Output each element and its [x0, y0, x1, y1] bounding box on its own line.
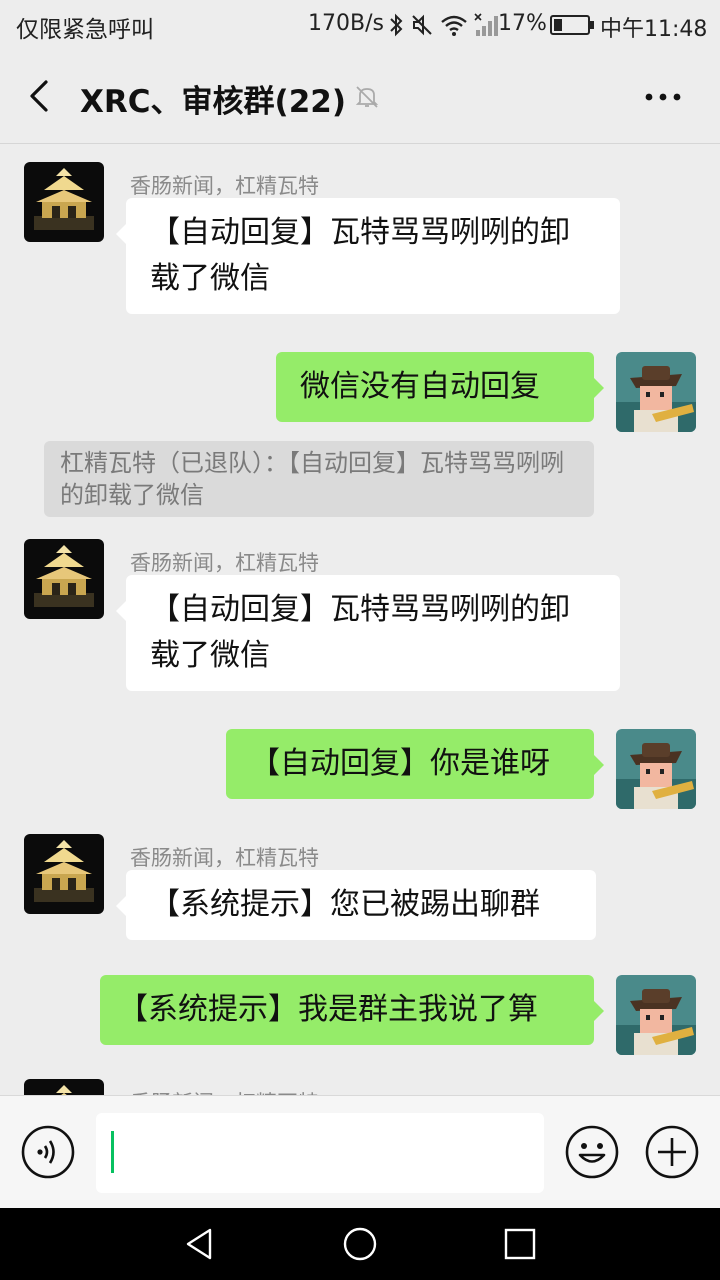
sender-name: 香肠新闻，杠精瓦特: [130, 1087, 319, 1095]
voice-icon[interactable]: [20, 1124, 76, 1180]
message-input[interactable]: [96, 1113, 544, 1193]
avatar[interactable]: [24, 1079, 104, 1095]
signal-icon: [474, 13, 498, 36]
nav-home-icon[interactable]: [342, 1226, 378, 1262]
message-bubble[interactable]: 【自动回复】你是谁呀: [226, 729, 604, 799]
battery-percent: 17%: [498, 11, 547, 36]
carrier-text: 仅限紧急呼叫: [16, 17, 154, 43]
sender-name: 香肠新闻，杠精瓦特: [130, 174, 319, 198]
message-list[interactable]: 香肠新闻，杠精瓦特 【自动回复】瓦特骂骂咧咧的卸载了微信 微信没有自动回复 杠精…: [0, 145, 720, 1095]
avatar[interactable]: [24, 834, 104, 914]
chat-header: XRC、审核群(22): [0, 50, 720, 144]
sender-name: 香肠新闻，杠精瓦特: [130, 551, 319, 575]
network-speed: 170B/s: [308, 11, 384, 36]
avatar[interactable]: [616, 975, 696, 1055]
nav-back-icon[interactable]: [182, 1226, 218, 1262]
bluetooth-icon: [390, 13, 403, 37]
input-bar: [0, 1095, 720, 1208]
system-note: 杠精瓦特（已退队）：【自动回复】瓦特骂骂咧咧的卸载了微信: [44, 441, 594, 517]
mute-icon: [412, 14, 432, 36]
avatar[interactable]: [24, 539, 104, 619]
clock: 中午11:48: [600, 17, 708, 42]
status-icons: [388, 12, 500, 38]
status-bar: 仅限紧急呼叫 170B/s 17% 中午11:48: [0, 0, 720, 50]
nav-recents-icon[interactable]: [502, 1226, 538, 1262]
system-nav-bar: [0, 1208, 720, 1280]
battery-icon: [550, 15, 594, 35]
avatar[interactable]: [24, 162, 104, 242]
plus-icon[interactable]: [644, 1124, 700, 1180]
avatar[interactable]: [616, 352, 696, 432]
message-bubble[interactable]: 【自动回复】瓦特骂骂咧咧的卸载了微信: [116, 575, 620, 691]
message-bubble[interactable]: 【系统提示】我是群主我说了算: [100, 975, 604, 1045]
emoji-icon[interactable]: [564, 1124, 620, 1180]
chat-title: XRC、审核群(22): [80, 84, 346, 120]
wifi-icon: [441, 15, 467, 36]
back-arrow-icon[interactable]: [22, 78, 58, 114]
message-bubble[interactable]: 【自动回复】瓦特骂骂咧咧的卸载了微信: [116, 198, 620, 314]
sender-name: 香肠新闻，杠精瓦特: [130, 846, 319, 870]
message-bubble[interactable]: 【系统提示】您已被踢出聊群: [116, 870, 596, 940]
avatar[interactable]: [616, 729, 696, 809]
message-bubble[interactable]: 微信没有自动回复: [276, 352, 604, 422]
text-cursor: [111, 1131, 114, 1173]
more-icon[interactable]: [638, 84, 688, 110]
mute-bell-icon: [355, 86, 379, 108]
